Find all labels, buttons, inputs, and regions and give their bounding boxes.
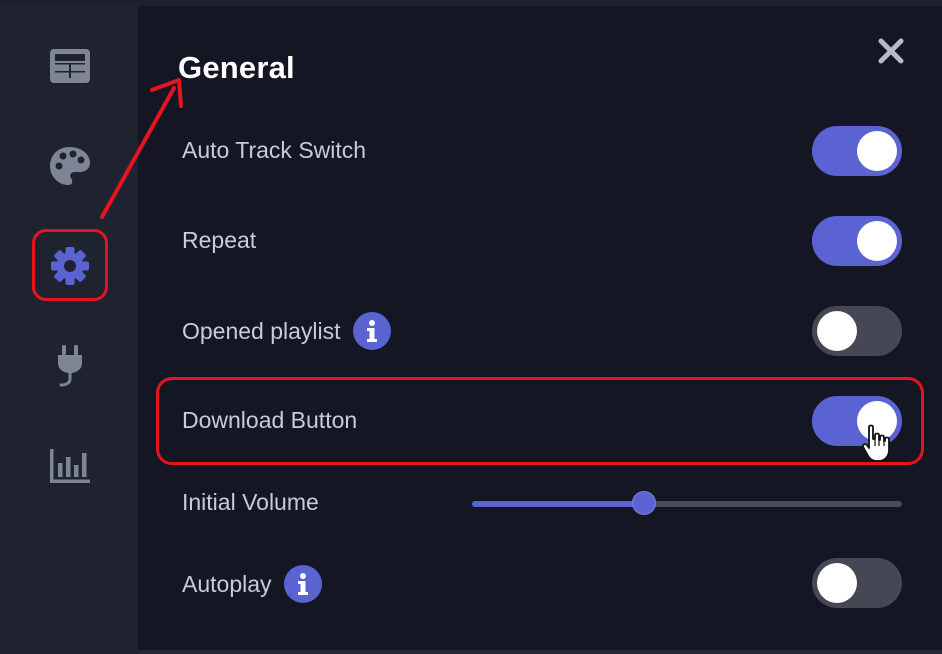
sidebar-item-general[interactable]	[33, 232, 106, 300]
autoplay-toggle[interactable]	[812, 558, 902, 608]
toggle-knob	[857, 401, 897, 441]
sidebar	[0, 6, 138, 654]
toggle-knob	[857, 221, 897, 261]
initial-volume-text: Initial Volume	[182, 488, 319, 515]
auto-track-switch-text: Auto Track Switch	[182, 136, 367, 163]
sidebar-item-plugins[interactable]	[33, 332, 106, 400]
initial-volume-slider[interactable]	[472, 491, 902, 517]
slider-thumb[interactable]	[632, 491, 656, 515]
info-icon[interactable]	[283, 565, 322, 603]
auto-track-switch-label: Auto Track Switch	[182, 134, 366, 166]
close-button[interactable]	[876, 36, 906, 66]
settings-panel: General Auto Track Switch Repeat Opened …	[138, 6, 942, 654]
download-button-toggle[interactable]	[812, 396, 902, 446]
page-title: General	[178, 50, 295, 85]
info-glyph-icon	[297, 573, 308, 595]
panel-bottom-border	[138, 650, 942, 654]
slider-fill	[472, 501, 644, 507]
palette-icon	[49, 147, 90, 185]
info-glyph-icon	[366, 320, 377, 342]
close-icon	[878, 38, 904, 64]
auto-track-switch-toggle[interactable]	[812, 126, 902, 176]
opened-playlist-toggle[interactable]	[812, 306, 902, 356]
bar-chart-icon	[49, 449, 90, 483]
info-icon[interactable]	[352, 312, 391, 350]
sidebar-item-layout[interactable]	[33, 32, 106, 100]
download-button-text: Download Button	[182, 406, 358, 433]
initial-volume-label: Initial Volume	[182, 486, 319, 518]
autoplay-label: Autoplay	[182, 564, 322, 604]
autoplay-text: Autoplay	[182, 570, 272, 597]
repeat-label: Repeat	[182, 224, 256, 256]
repeat-text: Repeat	[182, 226, 257, 253]
dashboard-icon	[49, 49, 90, 83]
repeat-toggle[interactable]	[812, 216, 902, 266]
plug-icon	[57, 345, 82, 387]
settings-window: General Auto Track Switch Repeat Opened …	[0, 0, 942, 654]
download-button-label: Download Button	[182, 404, 357, 436]
toggle-knob	[857, 131, 897, 171]
sidebar-item-stats[interactable]	[33, 432, 106, 500]
gear-icon	[50, 247, 89, 285]
toggle-knob	[817, 311, 857, 351]
opened-playlist-text: Opened playlist	[182, 317, 341, 344]
opened-playlist-label: Opened playlist	[182, 311, 391, 351]
toggle-knob	[817, 563, 857, 603]
sidebar-item-theme[interactable]	[33, 132, 106, 200]
